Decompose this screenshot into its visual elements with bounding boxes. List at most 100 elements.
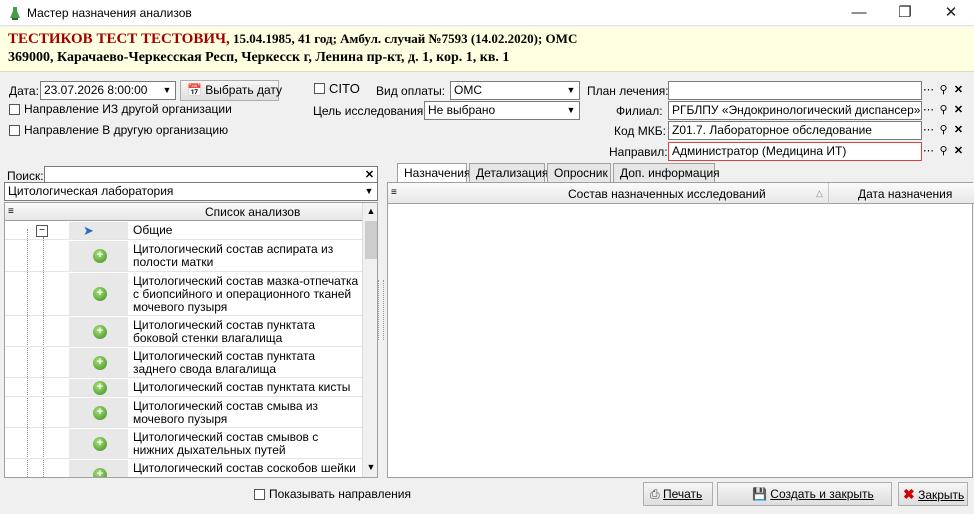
create-close-button[interactable]: 💾 Создать и закрыть xyxy=(717,482,892,506)
search-label: Поиск: xyxy=(7,169,44,183)
add-icon[interactable]: + xyxy=(93,356,107,370)
column-chooser-icon[interactable]: ≡ xyxy=(8,206,14,217)
ellipsis-icon[interactable]: ⋯ xyxy=(921,122,936,139)
purpose-label: Цель исследования: xyxy=(313,104,427,118)
sort-icon: △ xyxy=(816,188,823,198)
ellipsis-icon[interactable]: ⋯ xyxy=(921,82,936,99)
minimize-icon[interactable]: — xyxy=(836,0,882,26)
scroll-down-icon[interactable]: ▼ xyxy=(365,462,377,474)
purpose-value: Не выбрано xyxy=(428,103,496,117)
tree-header: ≡ Список анализов xyxy=(5,203,363,221)
sent-by-label: Направил: xyxy=(609,145,668,159)
chevron-down-icon[interactable]: ▼ xyxy=(159,82,175,99)
tab-additional-info[interactable]: Доп. информация xyxy=(613,163,720,182)
list-header: Список анализов xyxy=(205,205,301,219)
window-title: Мастер назначения анализов xyxy=(27,6,192,20)
add-icon[interactable]: + xyxy=(93,468,107,477)
list-item[interactable]: + Цитологический состав соскобов шейки м… xyxy=(5,460,363,477)
chevron-down-icon[interactable]: ▼ xyxy=(563,102,579,119)
column-header-tests[interactable]: Состав назначенных исследований xyxy=(568,187,766,201)
search-icon[interactable]: ⚲ xyxy=(936,82,951,99)
to-other-org-checkbox[interactable] xyxy=(9,125,20,136)
add-icon[interactable]: + xyxy=(93,287,107,301)
add-icon[interactable]: + xyxy=(93,437,107,451)
analysis-tree: ≡ Список анализов − ➤ Общие + Цитологиче… xyxy=(4,202,378,478)
scroll-up-icon[interactable]: ▲ xyxy=(365,206,377,218)
bottom-bar: Показывать направления ⎙ Печать 💾 Создат… xyxy=(0,480,974,514)
close-icon[interactable]: ✕ xyxy=(928,0,974,26)
from-other-org-label: Направление ИЗ другой организации xyxy=(24,102,232,116)
ellipsis-icon[interactable]: ⋯ xyxy=(921,102,936,119)
lab-value: Цитологическая лаборатория xyxy=(8,184,174,198)
maximize-icon[interactable]: ❐ xyxy=(882,0,928,26)
plan-label: План лечения: xyxy=(587,84,669,98)
tree-group-label: Общие xyxy=(133,223,173,237)
tab-details[interactable]: Детализация xyxy=(469,163,548,182)
clear-icon[interactable]: ✕ xyxy=(951,143,966,160)
add-icon[interactable]: + xyxy=(93,406,107,420)
column-chooser-icon[interactable]: ≡ xyxy=(391,187,397,198)
payment-value: ОМС xyxy=(454,83,482,97)
close-x-icon: ✖ xyxy=(903,486,915,502)
payment-select[interactable]: ОМС ▼ xyxy=(450,81,580,100)
plan-field[interactable] xyxy=(668,81,922,100)
show-directions-checkbox[interactable] xyxy=(254,489,265,500)
scroll-thumb[interactable] xyxy=(365,221,377,259)
save-icon: 💾 xyxy=(752,487,767,501)
lab-select[interactable]: Цитологическая лаборатория ▼ xyxy=(4,182,378,201)
clear-icon[interactable]: ✕ xyxy=(951,122,966,139)
clear-icon[interactable]: ✕ xyxy=(951,102,966,119)
list-item[interactable]: + Цитологический состав мазка-отпечатка … xyxy=(5,273,363,316)
close-button[interactable]: ✖ Закрыть xyxy=(898,482,968,506)
patient-header: ТЕСТИКОВ ТЕСТ ТЕСТОВИЧ, 15.04.1985, 41 г… xyxy=(0,27,974,72)
cito-checkbox[interactable] xyxy=(314,83,325,94)
list-item[interactable]: + Цитологический состав смывов с нижних … xyxy=(5,429,363,459)
payment-label: Вид оплаты: xyxy=(376,84,446,98)
search-icon[interactable]: ⚲ xyxy=(936,102,951,119)
add-icon[interactable]: + xyxy=(93,325,107,339)
column-header-date[interactable]: Дата назначения xyxy=(858,187,952,201)
search-icon[interactable]: ⚲ xyxy=(936,122,951,139)
list-item[interactable]: + Цитологический состав пунктата боковой… xyxy=(5,317,363,347)
printer-icon: ⎙ xyxy=(650,487,660,501)
tree-group-row[interactable]: − ➤ Общие xyxy=(5,222,363,240)
date-label: Дата: xyxy=(9,84,39,98)
tab-assignments[interactable]: Назначения xyxy=(397,163,471,183)
search-icon[interactable]: ⚲ xyxy=(936,143,951,160)
current-row-arrow-icon: ➤ xyxy=(83,223,94,238)
patient-info: 15.04.1985, 41 год; Амбул. случай №7593 … xyxy=(229,31,578,46)
date-select[interactable]: 23.07.2026 8:00:00 ▼ xyxy=(40,81,176,100)
ellipsis-icon[interactable]: ⋯ xyxy=(921,143,936,160)
list-item[interactable]: + Цитологический состав пунктата заднего… xyxy=(5,348,363,378)
mkb-label: Код МКБ: xyxy=(614,124,666,138)
list-item[interactable]: + Цитологический состав аспирата из поло… xyxy=(5,241,363,272)
assignments-grid: ≡ Состав назначенных исследований △ Дата… xyxy=(387,182,974,478)
list-item[interactable]: + Цитологический состав пунктата кисты xyxy=(5,379,363,397)
tab-questionnaire[interactable]: Опросник xyxy=(547,163,611,182)
patient-address: 369000, Карачаево-Черкесская Респ, Черке… xyxy=(8,50,510,65)
tree-scrollbar[interactable]: ▲ ▼ xyxy=(362,203,377,477)
add-icon[interactable]: + xyxy=(93,381,107,395)
add-icon[interactable]: + xyxy=(93,249,107,263)
print-button[interactable]: ⎙ Печать xyxy=(643,482,713,506)
to-other-org-label: Направление В другую организацию xyxy=(24,123,229,137)
window-titlebar: Мастер назначения анализов — ❐ ✕ xyxy=(0,0,974,26)
show-directions-label: Показывать направления xyxy=(269,487,411,501)
cito-label: CITO xyxy=(329,81,360,96)
mkb-field[interactable]: Z01.7. Лабораторное обследование xyxy=(668,121,922,140)
purpose-select[interactable]: Не выбрано ▼ xyxy=(424,101,580,120)
choose-date-button[interactable]: 📅 Выбрать дату xyxy=(180,80,282,101)
clear-icon[interactable]: ✕ xyxy=(951,82,966,99)
branch-label: Филиал: xyxy=(616,104,663,118)
branch-field[interactable]: РГБЛПУ «Эндокринологический диспансер» xyxy=(668,101,922,120)
sent-by-field[interactable]: Администратор (Медицина ИТ) xyxy=(668,142,922,161)
list-item[interactable]: + Цитологический состав смыва из мочевог… xyxy=(5,398,363,428)
chevron-down-icon[interactable]: ▼ xyxy=(361,183,377,200)
panel-splitter[interactable] xyxy=(378,280,384,340)
collapse-icon[interactable]: − xyxy=(36,225,48,237)
chevron-down-icon[interactable]: ▼ xyxy=(563,82,579,99)
date-value: 23.07.2026 8:00:00 xyxy=(44,83,148,97)
calendar-icon: 📅 xyxy=(187,83,202,97)
from-other-org-checkbox[interactable] xyxy=(9,104,20,115)
app-icon xyxy=(10,7,20,20)
